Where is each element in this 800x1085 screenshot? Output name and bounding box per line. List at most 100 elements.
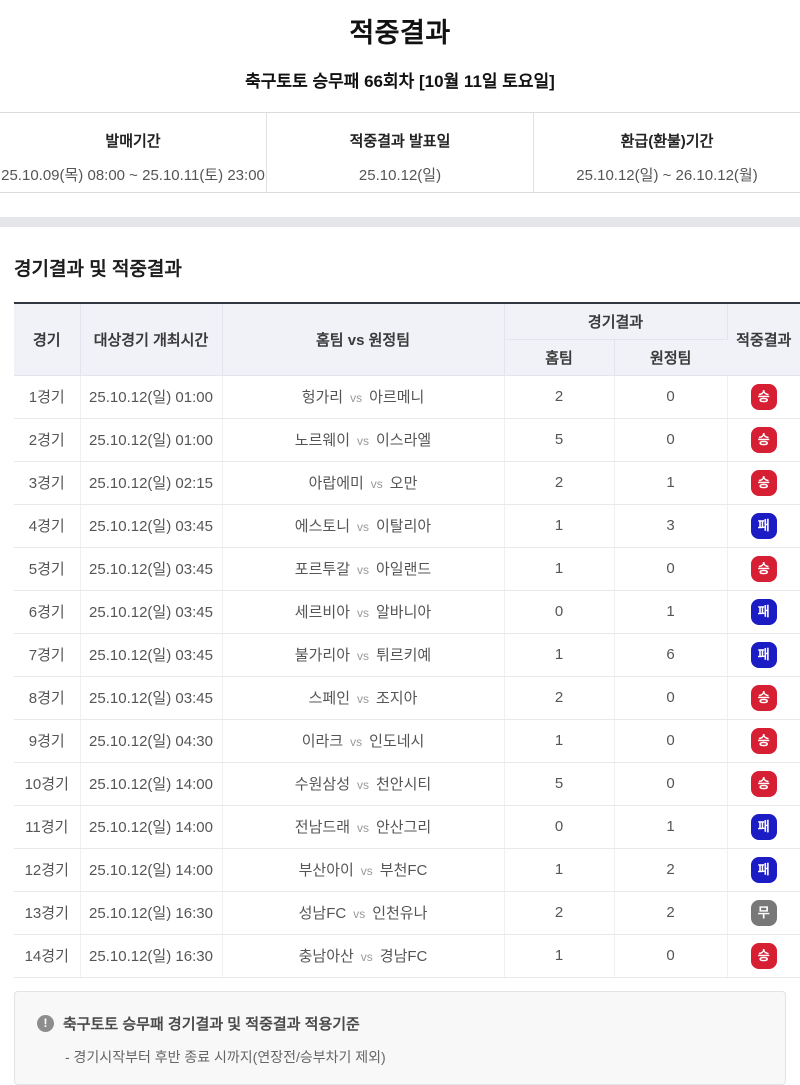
- match-row: 12경기 25.10.12(일) 14:00 부산아이 vs 부천FC 1 2 패: [14, 848, 800, 892]
- home-score: 2: [504, 891, 615, 935]
- match-teams: 이라크 vs 인도네시: [222, 719, 505, 763]
- match-time: 25.10.12(일) 03:45: [80, 676, 223, 720]
- away-team-name: 이스라엘: [376, 432, 432, 449]
- home-score: 1: [504, 547, 615, 591]
- away-score: 0: [614, 375, 728, 419]
- match-teams: 노르웨이 vs 이스라엘: [222, 418, 505, 462]
- away-team-name: 경남FC: [379, 948, 428, 965]
- home-team-name: 전남드래: [294, 819, 350, 836]
- home-score: 1: [504, 848, 615, 892]
- home-team-name: 헝가리: [301, 389, 344, 406]
- info-value: 25.10.12(일) ~ 26.10.12(월): [576, 167, 758, 184]
- vs-label: vs: [357, 692, 369, 706]
- home-score: 2: [504, 461, 615, 505]
- match-time: 25.10.12(일) 14:00: [80, 848, 223, 892]
- hit-result-badge: 승: [750, 555, 777, 582]
- hit-result-badge: 승: [750, 770, 777, 797]
- results-table-header: 경기 대상경기 개최시간 홈팀 vs 원정팀 경기결과 적중결과 홈팀 원정팀: [14, 303, 800, 376]
- match-row: 3경기 25.10.12(일) 02:15 아랍에미 vs 오만 2 1 승: [14, 461, 800, 505]
- home-team-name: 아랍에미: [308, 475, 364, 492]
- match-number: 1경기: [14, 375, 81, 419]
- hit-result-badge: 패: [750, 512, 777, 539]
- away-score: 0: [614, 676, 728, 720]
- match-teams: 불가리아 vs 튀르키예: [222, 633, 505, 677]
- away-score: 6: [614, 633, 728, 677]
- match-teams: 아랍에미 vs 오만: [222, 461, 505, 505]
- col-header-teams: 홈팀 vs 원정팀: [222, 303, 505, 376]
- match-number: 9경기: [14, 719, 81, 763]
- away-team-name: 안산그리: [376, 819, 432, 836]
- away-team-name: 인도네시: [369, 733, 425, 750]
- match-teams: 충남아산 vs 경남FC: [222, 934, 505, 978]
- footer-note-box: ! 축구토토 승무패 경기결과 및 적중결과 적용기준 - 경기시작부터 후반 …: [14, 990, 786, 1085]
- vs-label: vs: [360, 864, 373, 878]
- match-number: 12경기: [14, 848, 81, 892]
- info-value: 25.10.12(일): [358, 167, 442, 184]
- away-team-name: 조지아: [376, 690, 418, 707]
- vs-label: vs: [357, 649, 369, 663]
- vs-label: vs: [357, 563, 369, 577]
- home-team-name: 충남아산: [298, 948, 354, 965]
- match-time: 25.10.12(일) 01:00: [80, 375, 223, 419]
- away-team-name: 튀르키예: [376, 647, 432, 664]
- match-number: 14경기: [14, 934, 81, 978]
- home-team-name: 노르웨이: [294, 432, 350, 449]
- home-team-name: 부산아이: [298, 862, 354, 879]
- match-teams: 수원삼성 vs 천안시티: [222, 762, 505, 806]
- home-team-name: 불가리아: [294, 647, 350, 664]
- match-teams: 에스토니 vs 이탈리아: [222, 504, 505, 548]
- col-header-away: 원정팀: [614, 339, 728, 376]
- hit-result-cell: 승: [727, 934, 800, 978]
- page-header: 적중결과 축구토토 승무패 66회차 [10월 11일 토요일]: [0, 0, 800, 92]
- hit-result-badge: 패: [750, 598, 777, 625]
- hit-result-cell: 패: [727, 848, 800, 892]
- match-number: 8경기: [14, 676, 81, 720]
- info-result-date: 적중결과 발표일 25.10.12(일): [266, 113, 533, 192]
- hit-result-badge: 승: [750, 684, 777, 711]
- home-score: 0: [504, 805, 615, 849]
- match-teams: 전남드래 vs 안산그리: [222, 805, 505, 849]
- away-score: 0: [614, 934, 728, 978]
- info-value: 25.10.09(목) 08:00 ~ 25.10.11(토) 23:00: [1, 167, 265, 184]
- hit-result-badge: 승: [750, 942, 777, 969]
- away-score: 0: [614, 418, 728, 462]
- away-team-name: 아르메니: [369, 389, 425, 406]
- home-score: 5: [504, 418, 615, 462]
- home-score: 0: [504, 590, 615, 634]
- hit-result-cell: 패: [727, 504, 800, 548]
- match-teams: 성남FC vs 인천유나: [222, 891, 505, 935]
- hit-result-cell: 승: [727, 461, 800, 505]
- section-title: 경기결과 및 적중결과: [14, 259, 182, 280]
- exclamation-circle-icon: !: [37, 1014, 54, 1032]
- match-row: 10경기 25.10.12(일) 14:00 수원삼성 vs 천안시티 5 0 승: [14, 762, 800, 806]
- match-row: 4경기 25.10.12(일) 03:45 에스토니 vs 이탈리아 1 3 패: [14, 504, 800, 548]
- match-row: 5경기 25.10.12(일) 03:45 포르투갈 vs 아일랜드 1 0 승: [14, 547, 800, 591]
- match-table-body: 1경기 25.10.12(일) 01:00 헝가리 vs 아르메니 2 0 승 2 경…: [14, 375, 800, 978]
- home-score: 5: [504, 762, 615, 806]
- home-score: 1: [504, 633, 615, 677]
- match-time: 25.10.12(일) 03:45: [80, 633, 223, 677]
- info-sale-period: 발매기간 25.10.09(목) 08:00 ~ 25.10.11(토) 23:…: [0, 113, 266, 192]
- away-score: 2: [614, 848, 728, 892]
- hit-result-badge: 패: [750, 856, 777, 883]
- away-team-name: 아일랜드: [376, 561, 432, 578]
- col-header-result-group: 경기결과: [504, 303, 728, 340]
- home-team-name: 이라크: [301, 733, 344, 750]
- col-header-time: 대상경기 개최시간: [80, 303, 223, 376]
- info-refund-period: 환급(환불)기간 25.10.12(일) ~ 26.10.12(월): [533, 113, 800, 192]
- match-number: 3경기: [14, 461, 81, 505]
- home-team-name: 수원삼성: [294, 776, 350, 793]
- match-time: 25.10.12(일) 01:00: [80, 418, 223, 462]
- vs-label: vs: [353, 907, 366, 921]
- match-teams: 스페인 vs 조지아: [222, 676, 505, 720]
- sale-info-strip: 발매기간 25.10.09(목) 08:00 ~ 25.10.11(토) 23:…: [0, 112, 800, 193]
- section-divider-band: [0, 217, 800, 227]
- hit-result-badge: 패: [750, 813, 777, 840]
- match-row: 13경기 25.10.12(일) 16:30 성남FC vs 인천유나 2 2 무: [14, 891, 800, 935]
- match-time: 25.10.12(일) 03:45: [80, 504, 223, 548]
- home-score: 1: [504, 934, 615, 978]
- away-team-name: 천안시티: [376, 776, 432, 793]
- info-label: 환급(환불)기간: [620, 133, 714, 150]
- away-score: 0: [614, 547, 728, 591]
- home-score: 1: [504, 504, 615, 548]
